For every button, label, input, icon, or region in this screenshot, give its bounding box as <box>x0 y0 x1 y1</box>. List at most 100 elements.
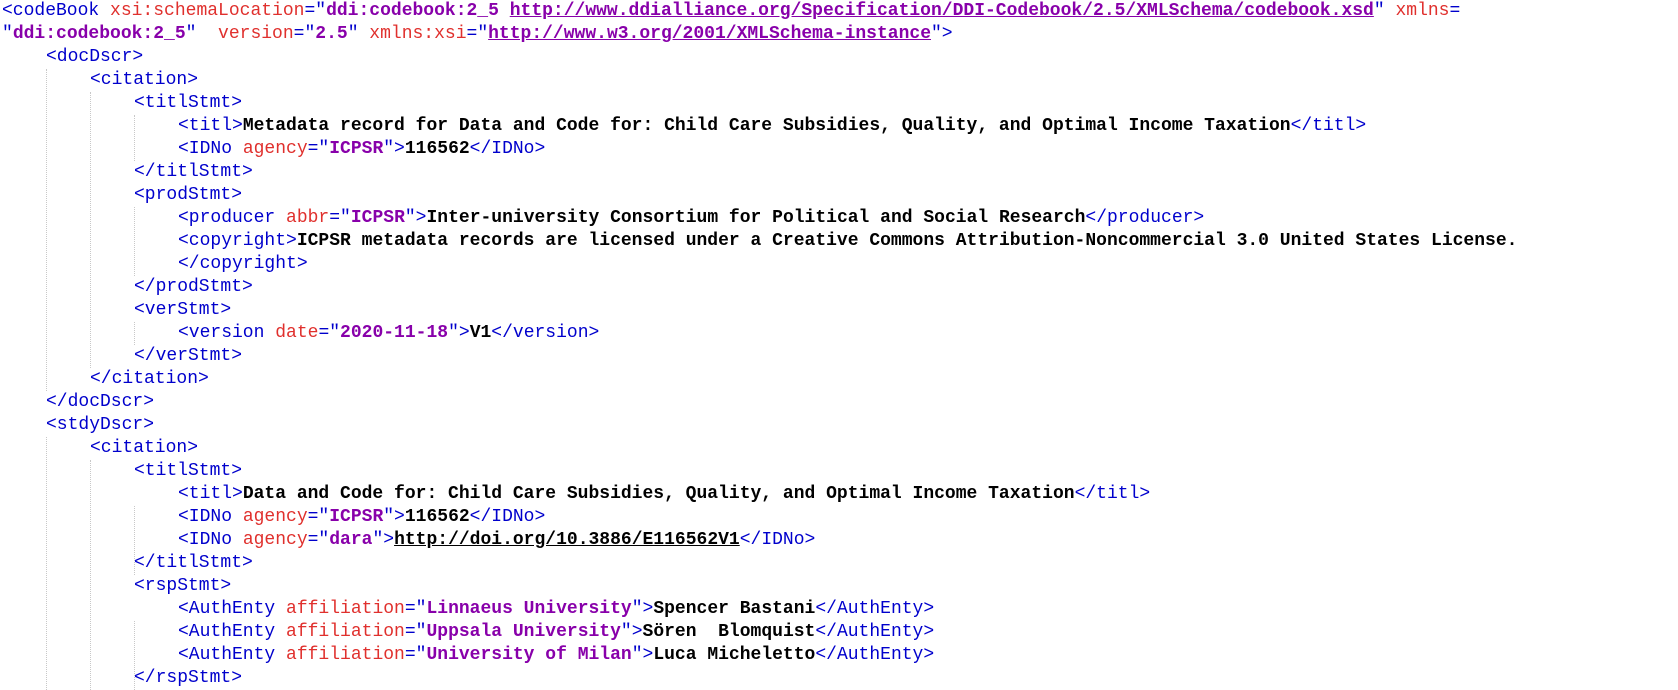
xml-tag: "> <box>448 323 470 343</box>
code-line: <titlStmt> <box>134 92 242 115</box>
xml-text: 116562 <box>404 507 470 527</box>
xml-attribute-name: xmlns:xsi <box>369 24 467 44</box>
code-line: <producer abbr="ICPSR">Inter-university … <box>178 207 1204 230</box>
indent-guide <box>134 115 135 161</box>
xml-tag: </titl> <box>1074 484 1151 504</box>
xml-tag: <stdyDscr> <box>46 415 155 435</box>
xml-tag: </IDNo> <box>739 530 816 550</box>
xml-attribute-value: ICPSR <box>350 208 405 228</box>
code-line: <titl>Metadata record for Data and Code … <box>178 115 1366 138</box>
xml-tag: <IDNo <box>178 139 243 159</box>
xml-tag: " <box>185 24 219 44</box>
code-line: <IDNo agency="ICPSR">116562</IDNo> <box>178 138 545 161</box>
code-line: <citation> <box>90 69 198 92</box>
xml-tag: =" <box>404 645 427 665</box>
indent-guide <box>134 207 135 276</box>
xml-tag: <titlStmt> <box>134 93 243 113</box>
xml-tag: "> <box>931 24 953 44</box>
xml-tag: <docDscr> <box>46 47 144 67</box>
code-line: <citation> <box>90 437 198 460</box>
code-line: </titlStmt> <box>134 552 253 575</box>
xml-attribute-name: xsi:schemaLocation <box>110 1 305 21</box>
indent-guide <box>90 460 91 690</box>
xml-tag: <codeBook <box>2 1 111 21</box>
xml-attribute-name: affiliation <box>286 599 405 619</box>
xml-tag: </IDNo> <box>469 507 546 527</box>
xml-tag: <version <box>178 323 276 343</box>
code-line: <AuthEnty affiliation="University of Mil… <box>178 644 934 667</box>
code-line: </prodStmt> <box>134 276 253 299</box>
code-line: </copyright> <box>178 253 308 276</box>
xml-text: V1 <box>469 323 492 343</box>
code-line: <IDNo agency="dara">http://doi.org/10.38… <box>178 529 815 552</box>
xml-tag: =" <box>307 139 330 159</box>
code-line: </docDscr> <box>46 391 154 414</box>
xml-text-link[interactable]: http://doi.org/10.3886/E116562V1 <box>394 530 740 550</box>
xml-tag: <AuthEnty <box>178 645 287 665</box>
xml-tag: =" <box>466 24 489 44</box>
xml-tag: <IDNo <box>178 530 243 550</box>
xml-attribute-link[interactable]: http://www.ddialliance.org/Specification… <box>510 1 1374 21</box>
xml-attribute-link[interactable]: http://www.w3.org/2001/XMLSchema-instanc… <box>488 24 931 44</box>
xml-tag: <citation> <box>90 70 199 90</box>
code-line: <verStmt> <box>134 299 231 322</box>
xml-tag: </verStmt> <box>134 346 243 366</box>
xml-tag: </docDscr> <box>46 392 155 412</box>
xml-text: ICPSR metadata records are licensed unde… <box>296 231 1518 251</box>
xml-tag: <IDNo <box>178 507 243 527</box>
code-line: <rspStmt> <box>134 575 231 598</box>
code-line: <stdyDscr> <box>46 414 154 437</box>
xml-tag: </AuthEnty> <box>815 645 935 665</box>
code-line: <AuthEnty affiliation="Linnaeus Universi… <box>178 598 934 621</box>
xml-attribute-value: 2020-11-18 <box>340 323 449 343</box>
xml-tag: </titl> <box>1290 116 1367 136</box>
xml-attribute-name: xmlns <box>1395 1 1450 21</box>
xml-attribute-value: 2.5 <box>315 24 348 44</box>
xml-text: Data and Code for: Child Care Subsidies,… <box>242 484 1075 504</box>
indent-guide <box>134 322 135 345</box>
xml-tag: " <box>2 24 13 44</box>
xml-attribute-name: date <box>275 323 319 343</box>
xml-tag: "> <box>631 645 654 665</box>
xml-attribute-value: ddi:codebook:2_5 <box>12 24 186 44</box>
code-line: <prodStmt> <box>134 184 242 207</box>
xml-tag: </titlStmt> <box>134 162 253 182</box>
code-line: </titlStmt> <box>134 161 253 184</box>
xml-attribute-name: agency <box>242 507 308 527</box>
xml-tag: </copyright> <box>178 254 308 274</box>
xml-tag: =" <box>293 24 316 44</box>
xml-tag: <producer <box>178 208 287 228</box>
xml-tag: <titl> <box>178 484 243 504</box>
code-line: </citation> <box>90 368 209 391</box>
indent-guide <box>90 92 91 368</box>
xml-tag: "> <box>383 507 405 527</box>
xml-tag: </IDNo> <box>469 139 546 159</box>
xml-tag: <copyright> <box>178 231 297 251</box>
xml-tag: = <box>1449 1 1461 21</box>
xml-tag: </rspStmt> <box>134 668 243 688</box>
code-line: </verStmt> <box>134 345 242 368</box>
xml-tag: =" <box>307 530 330 550</box>
xml-text: Luca Micheletto <box>653 645 816 665</box>
xml-attribute-value: ddi:codebook:2_5 <box>326 1 510 21</box>
xml-tag: <prodStmt> <box>134 185 243 205</box>
xml-tag: </citation> <box>90 369 209 389</box>
xml-tag: =" <box>404 622 427 642</box>
xml-tag: "> <box>620 622 643 642</box>
xml-tag: =" <box>329 208 351 228</box>
code-line: <titlStmt> <box>134 460 242 483</box>
code-line: "ddi:codebook:2_5" version="2.5" xmlns:x… <box>2 23 953 46</box>
xml-tag: </producer> <box>1085 208 1205 228</box>
xml-tag: <rspStmt> <box>134 576 232 596</box>
xml-attribute-name: affiliation <box>286 645 405 665</box>
code-line: <copyright>ICPSR metadata records are li… <box>178 230 1517 253</box>
code-line: <AuthEnty affiliation="Uppsala Universit… <box>178 621 934 644</box>
xml-tag: </AuthEnty> <box>815 599 935 619</box>
xml-tag: =" <box>307 507 330 527</box>
xml-attribute-name: agency <box>242 139 308 159</box>
xml-text: Metadata record for Data and Code for: C… <box>242 116 1291 136</box>
code-line: <docDscr> <box>46 46 143 69</box>
xml-attribute-name: abbr <box>286 208 330 228</box>
xml-tag: "> <box>372 530 395 550</box>
xml-text: Sören Blomquist <box>642 622 816 642</box>
